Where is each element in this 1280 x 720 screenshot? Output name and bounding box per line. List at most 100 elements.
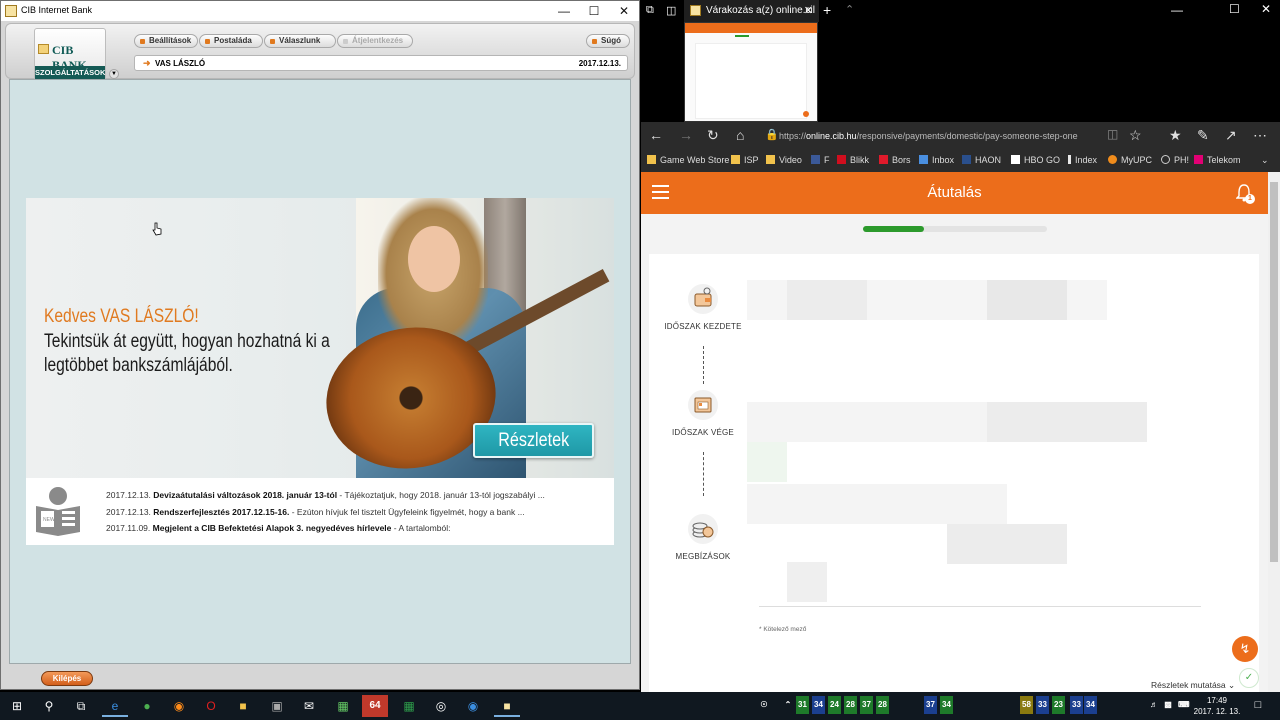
news-item[interactable]: 2017.12.13. Devizaátutalási változások 2… — [106, 490, 545, 500]
chrome-icon[interactable]: ● — [134, 695, 160, 717]
nav-mailbox-button[interactable]: Postaláda — [199, 34, 263, 48]
url-field[interactable]: https://online.cib.hu/responsive/payment… — [779, 126, 1149, 146]
edge-icon[interactable]: e — [102, 695, 128, 717]
tray-monitor-value[interactable]: 37 — [860, 696, 873, 714]
tray-monitor-value[interactable]: 58 — [1020, 696, 1033, 714]
file-explorer-icon[interactable]: ■ — [230, 695, 256, 717]
news-title[interactable]: Devizaátutalási változások 2018. január … — [153, 490, 337, 500]
shield-check-icon[interactable]: ✓ — [1239, 668, 1259, 688]
favorite-star-icon[interactable]: ☆ — [1129, 127, 1142, 144]
fav-isp[interactable]: ISP — [731, 155, 759, 165]
form-field-blurred[interactable] — [747, 484, 1007, 524]
promo-banner[interactable]: Kedves VAS LÁSZLÓ! Tekintsük át együtt, … — [26, 198, 614, 478]
news-item[interactable]: 2017.11.09. Megjelent a CIB Befektetési … — [106, 523, 450, 533]
favorites-hub-icon[interactable]: ★ — [1169, 127, 1182, 144]
nav-settings-button[interactable]: Beállítások — [134, 34, 198, 48]
news-title[interactable]: Rendszerfejlesztés 2017.12.15-16. — [153, 507, 289, 517]
logout-button[interactable]: Kilépés — [41, 671, 93, 686]
people-icon[interactable]: ☉ — [758, 696, 770, 714]
tray-monitor-value[interactable]: 37 — [924, 696, 937, 714]
fav-telekom[interactable]: Telekom — [1194, 155, 1241, 165]
web-note-icon[interactable]: ✎ — [1197, 127, 1209, 144]
news-title[interactable]: Megjelent a CIB Befektetési Alapok 3. ne… — [153, 523, 392, 533]
tab-aside-icon[interactable]: ◫ — [666, 4, 676, 17]
page-scrollbar[interactable] — [1268, 172, 1280, 692]
mail-icon[interactable]: ✉ — [296, 695, 322, 717]
fav-ph[interactable]: PH! — [1161, 155, 1189, 165]
favorites-overflow-chevron-icon[interactable]: ⌄ — [1261, 155, 1269, 166]
app-icon-generic[interactable]: ▣ — [264, 695, 290, 717]
scrollbar-thumb[interactable] — [1270, 182, 1278, 562]
fav-hbo-go[interactable]: HBO GO — [1011, 155, 1060, 165]
browser-maximize-icon[interactable]: ☐ — [1229, 2, 1240, 16]
opera-icon[interactable]: O — [198, 695, 224, 717]
forward-arrow-icon[interactable]: → — [679, 127, 693, 143]
tray-monitor-value[interactable]: 24 — [828, 696, 841, 714]
fav-blikk[interactable]: Blikk — [837, 155, 869, 165]
tray-monitor-value[interactable]: 31 — [796, 696, 809, 714]
browser-close-icon[interactable]: ✕ — [1261, 2, 1271, 16]
back-arrow-icon[interactable]: ← — [649, 127, 663, 143]
tray-chevron-up-icon[interactable]: ⌃ — [782, 696, 794, 714]
tab-list-chevron-icon[interactable]: ⌃ — [845, 3, 854, 16]
keyboard-icon[interactable]: ⌨ — [1176, 696, 1192, 714]
show-details-toggle[interactable]: Részletek mutatása ⌄ — [1151, 680, 1235, 691]
tab-preview-icon[interactable]: ⧉ — [646, 4, 654, 17]
chevron-down-icon[interactable]: ▼ — [109, 69, 119, 79]
tray-monitor-value[interactable]: 28 — [844, 696, 857, 714]
tray-monitor-value[interactable]: 34 — [812, 696, 825, 714]
action-center-icon[interactable]: □ — [1252, 696, 1264, 714]
tray-monitor-value[interactable]: 23 — [1052, 696, 1065, 714]
share-icon[interactable]: ↗ — [1225, 127, 1237, 144]
more-icon[interactable]: ⋯ — [1253, 127, 1267, 144]
minimize-icon[interactable]: — — [549, 1, 579, 21]
start-windows-icon[interactable]: ⊞ — [4, 695, 30, 717]
fav-bors[interactable]: Bors — [879, 155, 911, 165]
window-titlebar: CIB Internet Bank — ☐ ✕ — [1, 1, 639, 21]
task-view-icon[interactable]: ⧉ — [68, 695, 94, 717]
refresh-icon[interactable]: ↻ — [707, 127, 719, 144]
maximize-icon[interactable]: ☐ — [579, 1, 609, 21]
fav-index[interactable]: Index — [1068, 155, 1097, 165]
step-period-end[interactable]: IDŐSZAK VÉGE — [658, 390, 748, 437]
messenger-icon[interactable]: ◉ — [460, 695, 486, 717]
search-icon[interactable]: ⚲ — [36, 695, 62, 717]
step-orders[interactable]: MEGBÍZÁSOK — [658, 514, 748, 561]
photos-icon[interactable]: ▦ — [330, 695, 356, 717]
help-button[interactable]: Súgó — [586, 34, 630, 48]
tray-monitor-value[interactable]: 34 — [940, 696, 953, 714]
cib-bank-taskbar-icon[interactable]: ■ — [494, 695, 520, 717]
security-app-icon[interactable]: ◎ — [428, 695, 454, 717]
tab-close-icon[interactable]: ✕ — [804, 4, 813, 17]
tray-monitor-value[interactable]: 28 — [876, 696, 889, 714]
tray-monitor-value[interactable]: 33 — [1070, 696, 1083, 714]
tab-thumbnail[interactable] — [684, 22, 818, 122]
firefox-icon[interactable]: ◉ — [166, 695, 192, 717]
fav-inbox[interactable]: Inbox — [919, 155, 954, 165]
fav-video[interactable]: Video — [766, 155, 802, 165]
close-icon[interactable]: ✕ — [609, 1, 639, 21]
details-button[interactable]: Részletek — [473, 423, 594, 458]
news-item[interactable]: 2017.12.13. Rendszerfejlesztés 2017.12.1… — [106, 507, 525, 517]
spreadsheet-icon[interactable]: ▦ — [396, 695, 422, 717]
taskbar-clock[interactable]: 17:49 2017. 12. 13. — [1192, 695, 1242, 717]
fav-facebook[interactable]: F — [811, 155, 830, 165]
tray-monitor-value[interactable]: 33 — [1036, 696, 1049, 714]
nav-relogin-button[interactable]: Átjelentkezés — [337, 34, 413, 48]
reading-view-icon[interactable]: ◫ — [1107, 127, 1118, 141]
quick-action-fab[interactable]: ↯ — [1232, 636, 1258, 662]
nav-reply-button[interactable]: Válaszlunk — [264, 34, 336, 48]
tray-monitor-value[interactable]: 34 — [1084, 696, 1097, 714]
notification-bell-icon[interactable]: 1 — [1235, 184, 1255, 204]
volume-icon[interactable]: ♬ — [1148, 696, 1160, 714]
step-period-start[interactable]: IDŐSZAK KEZDETE — [658, 284, 748, 331]
fav-haon[interactable]: HAON — [962, 155, 1001, 165]
home-icon[interactable]: ⌂ — [736, 127, 744, 143]
browser-minimize-icon[interactable]: — — [1171, 3, 1183, 17]
tab-cib-online[interactable]: Várakozás a(z) online.cil ✕ — [684, 0, 819, 22]
network-icon[interactable]: ▩ — [1162, 696, 1174, 714]
new-tab-icon[interactable]: + — [823, 2, 831, 18]
fav-game-web-store[interactable]: Game Web Store — [647, 155, 729, 165]
app-64-icon[interactable]: 64 — [362, 695, 388, 717]
fav-myupc[interactable]: MyUPC — [1108, 155, 1152, 165]
